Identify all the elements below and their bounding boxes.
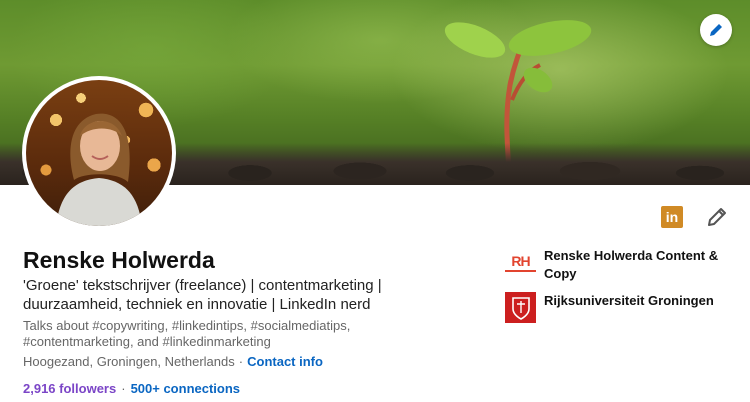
connections-link[interactable]: 500+ connections <box>131 381 240 396</box>
company-logo-text: RH <box>511 253 530 269</box>
pencil-icon <box>710 24 722 36</box>
school-logo <box>505 292 536 323</box>
location-row: Hoogezand, Groningen, Netherlands · Contac… <box>23 354 323 369</box>
edit-cover-button[interactable] <box>700 14 732 46</box>
company-logo: RH <box>505 252 536 272</box>
pencil-icon[interactable] <box>705 205 729 229</box>
profile-name: Renske Holwerda <box>23 247 215 273</box>
talks-about: Talks about #copywriting, #linkedintips,… <box>23 318 351 349</box>
network-stats: 2,916 followers · 500+ connections <box>23 381 240 396</box>
separator-dot: · <box>121 381 126 396</box>
profile-top-card: in Renske Holwerda 'Groene' tekstschrijv… <box>0 0 750 402</box>
contact-info-link[interactable]: Contact info <box>247 354 323 369</box>
company-name: Renske Holwerda Content & Copy <box>544 248 719 281</box>
location: Hoogezand, Groningen, Netherlands <box>23 354 235 369</box>
school-name: Rijksuniversiteit Groningen <box>544 293 714 308</box>
linkedin-badge-text: in <box>665 209 679 225</box>
person-photo <box>56 113 142 226</box>
separator-dot: · <box>238 354 244 369</box>
profile-photo[interactable] <box>22 76 176 230</box>
crest-icon <box>511 296 530 320</box>
current-company[interactable]: RH Renske Holwerda Content & Copy <box>505 247 734 283</box>
education-school[interactable]: Rijksuniversiteit Groningen <box>505 292 734 323</box>
profile-headline: 'Groene' tekstschrijver (freelance) | co… <box>23 277 382 313</box>
followers-link[interactable]: 2,916 followers <box>23 381 116 396</box>
linkedin-icon[interactable]: in <box>661 206 683 228</box>
